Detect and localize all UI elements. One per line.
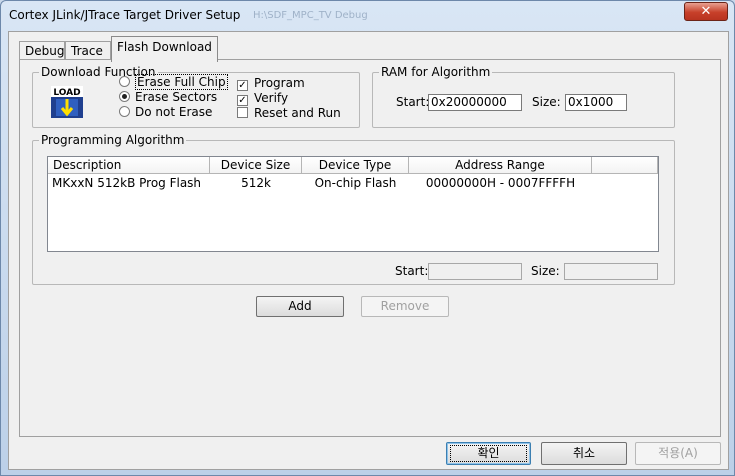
radio-erase-full-chip-indicator[interactable] xyxy=(119,76,130,87)
programming-algorithm-label: Programming Algorithm xyxy=(39,133,187,147)
tab-flash-download-label: Flash Download xyxy=(117,40,212,54)
check-verify-box[interactable]: ✓ xyxy=(237,95,248,106)
column-filler xyxy=(592,157,658,174)
radio-erase-sectors[interactable]: Erase Sectors xyxy=(119,90,217,105)
algo-start-input[interactable] xyxy=(428,263,522,280)
radio-do-not-erase-indicator[interactable] xyxy=(119,106,130,117)
download-function-group: Download Function LOAD Erase Full Chip E… xyxy=(32,65,360,128)
check-reset-and-run[interactable]: Reset and Run xyxy=(237,106,341,121)
dialog-client: Debug Trace Flash Download Download Func… xyxy=(8,31,729,470)
check-program-box[interactable]: ✓ xyxy=(237,80,248,91)
radio-erase-sectors-label: Erase Sectors xyxy=(135,90,218,104)
title-bar[interactable]: Cortex JLink/JTrace Target Driver Setup … xyxy=(1,1,734,29)
ram-for-algorithm-label: RAM for Algorithm xyxy=(379,65,493,79)
radio-erase-sectors-indicator[interactable] xyxy=(119,91,130,102)
radio-erase-full-chip-label: Erase Full Chip xyxy=(135,74,228,90)
cell-device-type: On-chip Flash xyxy=(314,176,397,190)
check-program[interactable]: ✓ Program xyxy=(237,76,305,91)
check-program-label: Program xyxy=(254,76,305,90)
apply-button[interactable]: 적용(A) xyxy=(635,442,721,465)
flash-download-panel: Download Function LOAD Erase Full Chip E… xyxy=(19,59,721,437)
column-device-type[interactable]: Device Type xyxy=(302,157,409,174)
ram-start-label: Start: xyxy=(396,95,430,109)
ram-size-label: Size: xyxy=(532,95,561,109)
programming-algorithm-group: Programming Algorithm Description Device… xyxy=(32,133,675,285)
cell-address-range: 00000000H - 0007FFFFH xyxy=(425,176,576,190)
tab-trace[interactable]: Trace xyxy=(65,41,111,60)
algorithm-list[interactable]: Description Device Size Device Type Addr… xyxy=(47,156,659,252)
close-button[interactable]: ✕ xyxy=(684,2,728,21)
algo-size-input[interactable] xyxy=(564,263,658,280)
window-title-path: H:\SDF_MPC_TV Debug xyxy=(253,10,368,21)
algorithm-list-header: Description Device Size Device Type Addr… xyxy=(48,157,658,174)
cell-device-size: 512k xyxy=(241,176,271,190)
ok-button[interactable]: 확인 xyxy=(446,442,531,465)
column-address-range[interactable]: Address Range xyxy=(409,157,592,174)
algo-start-label: Start: xyxy=(395,264,429,278)
ok-button-focus xyxy=(450,445,527,462)
ram-size-input[interactable]: 0x1000 xyxy=(565,94,627,111)
dialog-window: Cortex JLink/JTrace Target Driver Setup … xyxy=(0,0,735,476)
column-device-size[interactable]: Device Size xyxy=(210,157,302,174)
svg-text:LOAD: LOAD xyxy=(53,88,80,98)
tab-debug-label: Debug xyxy=(25,44,65,58)
radio-erase-full-chip[interactable]: Erase Full Chip xyxy=(119,74,228,90)
radio-do-not-erase-label: Do not Erase xyxy=(135,105,213,119)
algo-size-label: Size: xyxy=(531,264,560,278)
cancel-button[interactable]: 취소 xyxy=(541,442,627,465)
remove-button[interactable]: Remove xyxy=(361,296,449,317)
check-reset-and-run-box[interactable] xyxy=(237,107,248,118)
check-reset-and-run-label: Reset and Run xyxy=(254,106,341,120)
ram-for-algorithm-group: RAM for Algorithm Start: 0x20000000 Size… xyxy=(372,65,675,128)
tab-flash-download[interactable]: Flash Download xyxy=(111,36,218,62)
window-title: Cortex JLink/JTrace Target Driver Setup xyxy=(9,8,241,22)
check-verify[interactable]: ✓ Verify xyxy=(237,91,288,106)
load-icon: LOAD xyxy=(51,86,83,118)
add-button[interactable]: Add xyxy=(256,296,344,317)
close-icon: ✕ xyxy=(700,4,712,19)
column-description[interactable]: Description xyxy=(48,157,210,174)
radio-do-not-erase[interactable]: Do not Erase xyxy=(119,105,212,120)
ram-start-input[interactable]: 0x20000000 xyxy=(428,94,522,111)
tab-debug[interactable]: Debug xyxy=(19,41,65,60)
check-verify-label: Verify xyxy=(254,91,289,105)
tab-trace-label: Trace xyxy=(71,44,103,58)
cell-description: MKxxN 512kB Prog Flash xyxy=(52,176,202,190)
